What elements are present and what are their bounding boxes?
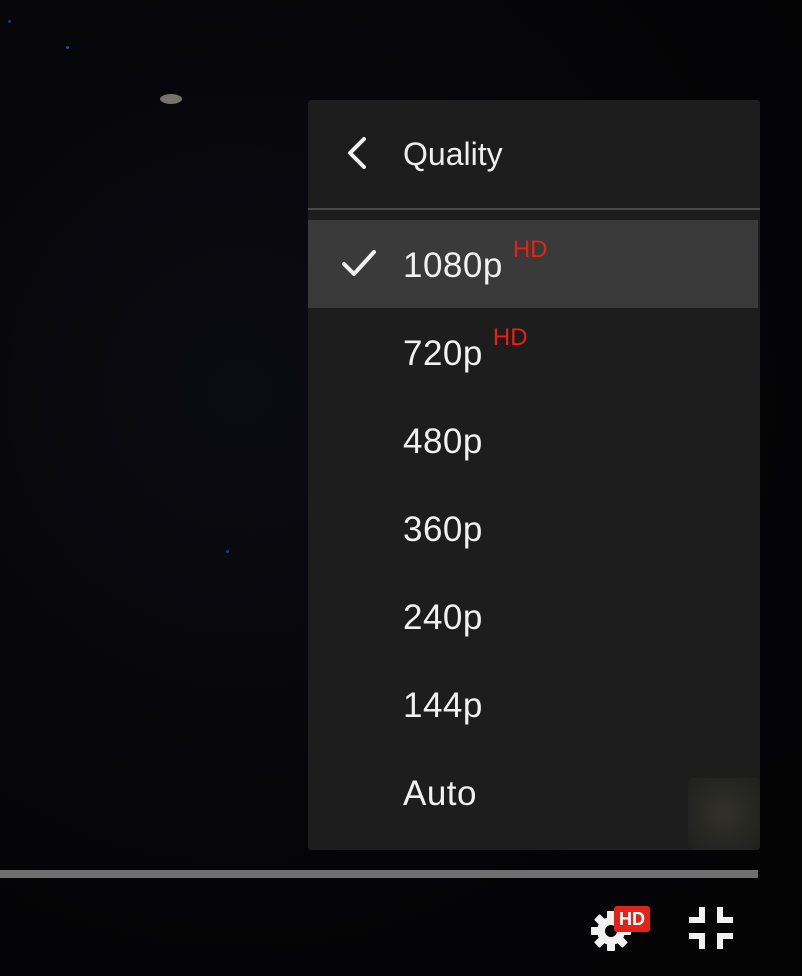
quality-menu: Quality 1080p HD 720p HD 480p 360p 240p 14…: [308, 100, 760, 850]
video-speck: [8, 20, 11, 23]
exit-fullscreen-button[interactable]: [686, 904, 736, 952]
quality-menu-title: Quality: [403, 136, 503, 172]
hd-badge: HD: [492, 324, 528, 351]
quality-option-label: Auto: [403, 774, 477, 813]
player-controls: HD: [0, 880, 802, 976]
menu-divider: [308, 208, 760, 210]
quality-option-label: 144p: [403, 686, 483, 725]
checkmark-icon: [342, 250, 376, 276]
quality-option-label: 1080p HD: [403, 236, 548, 290]
quality-option-360p[interactable]: 360p: [308, 484, 758, 572]
progress-bar[interactable]: [0, 870, 758, 878]
quality-options-list: 1080p HD 720p HD 480p 360p 240p 144p Auto: [308, 220, 760, 836]
quality-option-text: 720p: [403, 334, 483, 373]
exit-fullscreen-icon: [689, 907, 733, 949]
quality-option-label: 360p: [403, 510, 483, 549]
channel-watermark[interactable]: [688, 778, 760, 850]
quality-menu-header: Quality: [308, 100, 760, 208]
video-speck: [160, 94, 182, 104]
settings-button[interactable]: HD: [586, 902, 656, 954]
quality-option-text: 1080p: [403, 246, 503, 285]
hd-badge: HD: [512, 236, 548, 263]
hd-settings-badge: HD: [614, 906, 650, 932]
chevron-left-icon: [348, 137, 366, 169]
quality-option-label: 480p: [403, 422, 483, 461]
quality-option-720p[interactable]: 720p HD: [308, 308, 758, 396]
quality-option-label: 720p HD: [403, 324, 528, 378]
video-speck: [66, 46, 69, 49]
quality-option-144p[interactable]: 144p: [308, 660, 758, 748]
back-button[interactable]: [342, 135, 372, 171]
quality-option-1080p[interactable]: 1080p HD: [308, 220, 758, 308]
quality-option-240p[interactable]: 240p: [308, 572, 758, 660]
quality-option-label: 240p: [403, 598, 483, 637]
video-speck: [226, 550, 229, 553]
quality-option-480p[interactable]: 480p: [308, 396, 758, 484]
